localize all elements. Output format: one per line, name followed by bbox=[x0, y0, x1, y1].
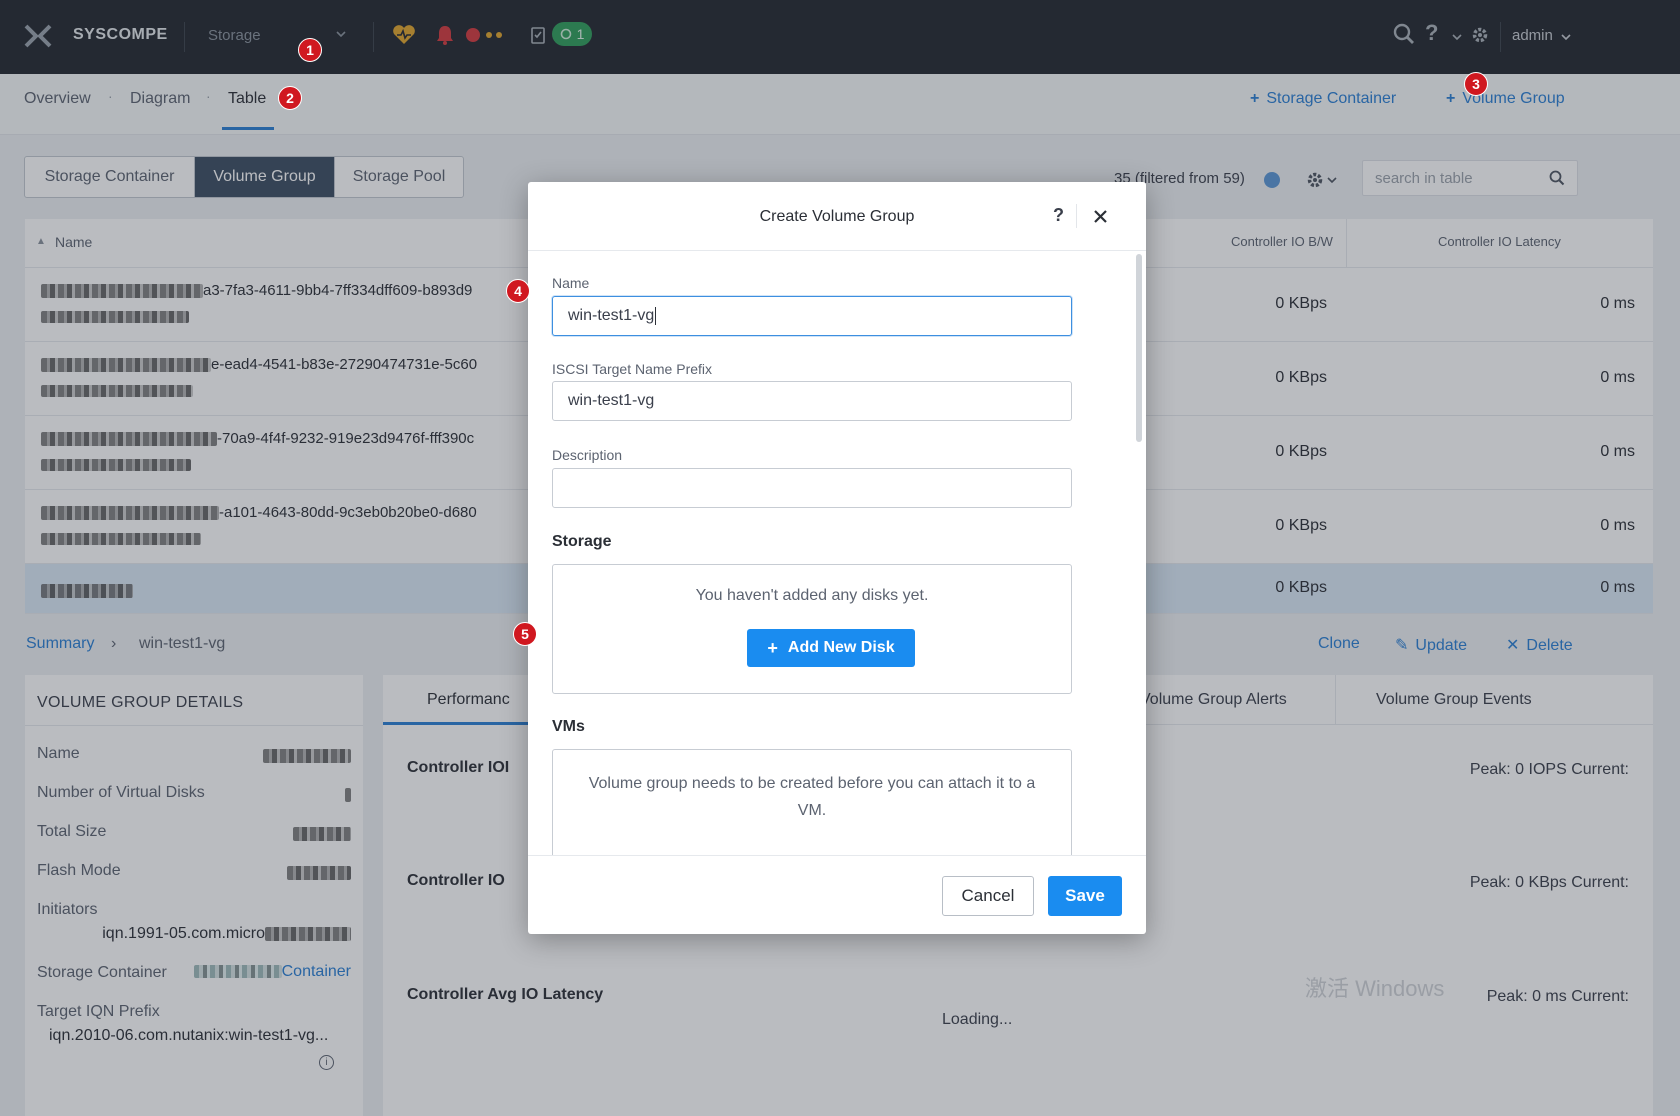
annotation-marker-2: 2 bbox=[278, 86, 302, 110]
plus-icon: + bbox=[767, 637, 778, 658]
storage-disks-box: You haven't added any disks yet. + Add Ne… bbox=[552, 564, 1072, 694]
cancel-button[interactable]: Cancel bbox=[942, 876, 1034, 916]
dialog-scrollbar[interactable] bbox=[1136, 254, 1142, 442]
storage-heading: Storage bbox=[552, 533, 612, 550]
description-label: Description bbox=[552, 447, 623, 463]
close-icon[interactable] bbox=[1094, 210, 1107, 223]
description-input[interactable] bbox=[552, 468, 1072, 508]
dialog-body: Name win-test1-vg ISCSI Target Name Pref… bbox=[528, 251, 1146, 855]
annotation-marker-4: 4 bbox=[506, 279, 530, 303]
iscsi-label: ISCSI Target Name Prefix bbox=[552, 361, 713, 377]
create-volume-group-dialog: Create Volume Group ? Name win-test1-vg … bbox=[528, 182, 1146, 934]
name-input-value: win-test1-vg bbox=[568, 307, 655, 324]
vms-heading: VMs bbox=[552, 718, 585, 735]
annotation-marker-3: 3 bbox=[1464, 72, 1488, 96]
iscsi-input-value: win-test1-vg bbox=[568, 392, 655, 409]
annotation-marker-5: 5 bbox=[513, 622, 537, 646]
save-button[interactable]: Save bbox=[1048, 876, 1122, 916]
add-disk-label: Add New Disk bbox=[787, 639, 895, 656]
no-disks-message: You haven't added any disks yet. bbox=[695, 587, 929, 604]
iscsi-prefix-input[interactable]: win-test1-vg bbox=[552, 381, 1072, 421]
vms-note: Volume group needs to be created before … bbox=[588, 775, 1036, 819]
text-cursor bbox=[655, 307, 657, 325]
divider bbox=[1076, 204, 1077, 228]
vms-box: Volume group needs to be created before … bbox=[552, 749, 1072, 855]
annotation-marker-1: 1 bbox=[298, 38, 322, 62]
name-label: Name bbox=[552, 275, 590, 291]
app-frame: SYSCOMPE Storage 1 ? admin Overview · Di… bbox=[0, 0, 1680, 1116]
help-icon[interactable]: ? bbox=[1053, 205, 1064, 226]
add-new-disk-button[interactable]: + Add New Disk bbox=[747, 629, 915, 667]
dialog-footer-divider bbox=[528, 855, 1146, 856]
name-input[interactable]: win-test1-vg bbox=[552, 296, 1072, 336]
